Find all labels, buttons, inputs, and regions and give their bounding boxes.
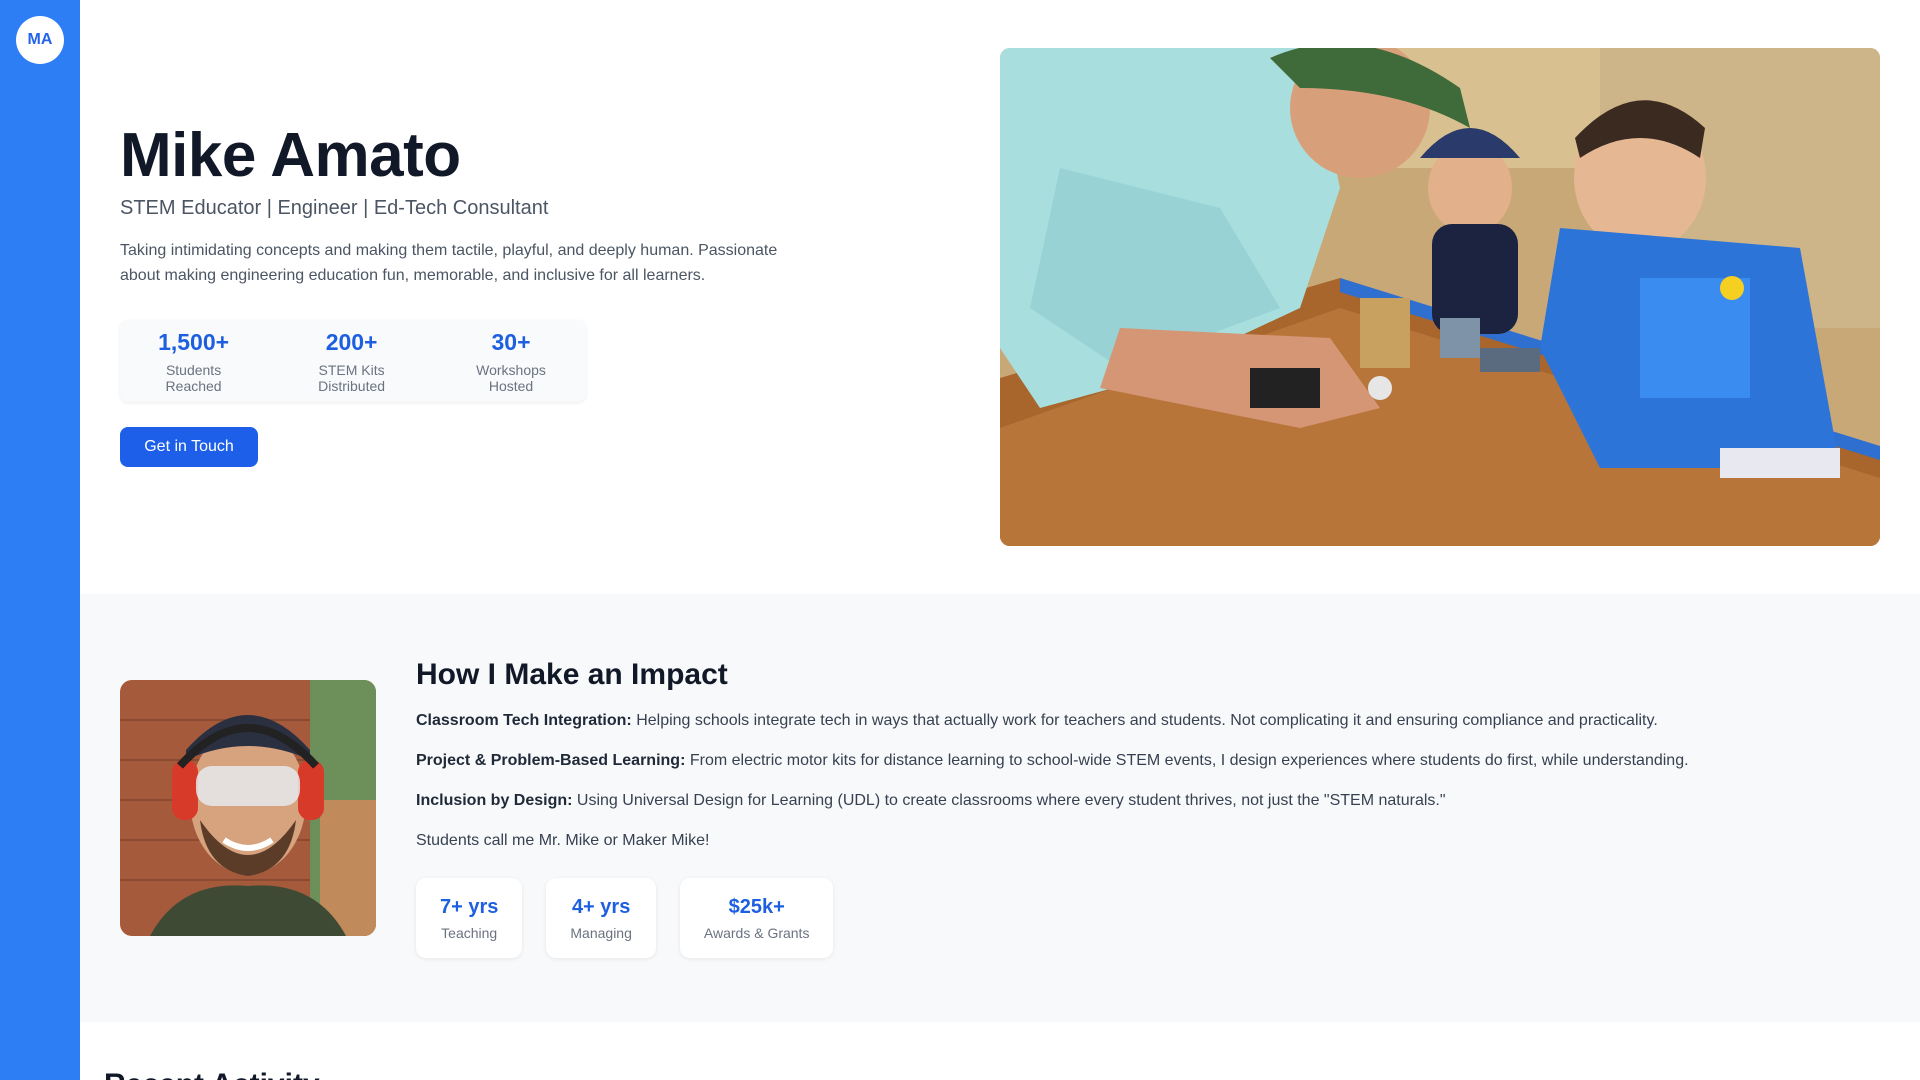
stat-label: Students Reached [165,361,222,394]
stat-value: $25k+ [728,895,785,918]
impact-section: How I Make an Impact Classroom Tech Inte… [80,594,1920,1022]
stat-students: 1,500+ Students Reached [136,329,251,394]
avatar[interactable]: MA [16,16,64,64]
stat-value: 7+ yrs [440,895,499,918]
impact-item: Project & Problem-Based Learning: From e… [416,751,1896,771]
stat-label: Managing [570,924,632,941]
stat-value: 4+ yrs [571,895,631,918]
stat-value: 1,500+ [158,328,230,355]
impact-item: Classroom Tech Integration: Helping scho… [416,711,1896,731]
stats-box: 1,500+ Students Reached 200+ STEM Kits D… [120,320,586,402]
hero-photo [1000,48,1880,546]
page-title: Mike Amato [120,121,461,190]
recent-activity-title: Recent Activity [104,1068,320,1080]
impact-item-text: Helping schools integrate tech in ways t… [636,712,1658,729]
stat-label: STEM Kits Distributed [318,361,386,394]
impact-item-heading: Classroom Tech Integration: [416,712,632,729]
stat-workshops: 30+ Workshops Hosted [452,329,570,394]
hero-subtitle: STEM Educator | Engineer | Ed-Tech Consu… [120,197,549,219]
get-in-touch-button[interactable]: Get in Touch [120,427,258,467]
impact-item-heading: Inclusion by Design: [416,792,573,809]
stat-card-awards: $25k+ Awards & Grants [679,878,834,958]
stat-value: 200+ [325,328,378,355]
stat-label: Awards & Grants [703,924,810,941]
experience-stats: 7+ yrs Teaching 4+ yrs Managing $25k+ Aw… [416,878,834,958]
impact-title: How I Make an Impact [416,658,728,691]
stat-card-managing: 4+ yrs Managing [546,878,656,958]
recent-activity-section: Recent Activity [80,1022,1920,1080]
impact-item-text: From electric motor kits for distance le… [689,752,1689,769]
main-content: Mike Amato STEM Educator | Engineer | Ed… [80,0,1920,1080]
stat-label: Teaching [441,924,498,941]
portrait-photo [120,680,376,936]
stat-card-teaching: 7+ yrs Teaching [416,878,523,958]
stat-label: Workshops Hosted [476,361,546,394]
stat-value: 30+ [491,328,531,355]
stat-kits: 200+ STEM Kits Distributed [283,329,420,394]
sidebar: MA [0,0,80,1080]
nickname-note: Students call me Mr. Mike or Maker Mike! [416,832,710,849]
hero-description: Taking intimidating concepts and making … [120,242,778,284]
impact-item-text: Using Universal Design for Learning (UDL… [576,792,1446,809]
hero-section: Mike Amato STEM Educator | Engineer | Ed… [80,0,1920,594]
impact-item: Inclusion by Design: Using Universal Des… [416,791,1896,811]
impact-list: Classroom Tech Integration: Helping scho… [416,711,1896,831]
impact-item-heading: Project & Problem-Based Learning: [416,752,686,769]
